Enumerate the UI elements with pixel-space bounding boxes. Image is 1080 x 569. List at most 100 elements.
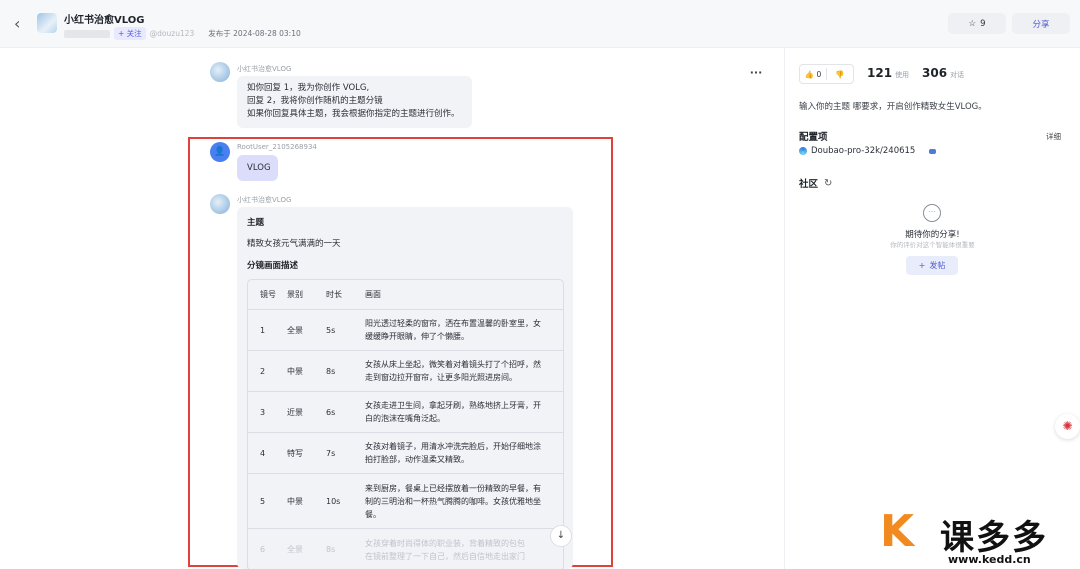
table-row: 6 全景 8s 女孩穿着时尚得体的职业装，背着精致的包包 在镜前整理了一下自己，… [248, 529, 563, 569]
reply-bubble: 主题 精致女孩元气满满的一天 分镜画面描述 镜号 景别 时长 画面 1 全景 5… [237, 207, 573, 569]
cell-no: 4 [260, 448, 266, 458]
more-options-icon[interactable]: ··· [746, 66, 766, 84]
header-cell: 时长 [326, 290, 342, 299]
uses-count: 121 [867, 66, 893, 80]
uses-stat: 121 使用 [867, 66, 909, 80]
watermark-url: www.kedd.cn [948, 553, 1031, 566]
user-bubble: VLOG [237, 155, 278, 181]
table-row: 3 近景 6s 女孩走进卫生间，拿起牙刷，熟练地挤上牙膏，开 白的泡沫在嘴角泛起… [248, 392, 563, 433]
model-icon [799, 147, 807, 155]
cell-no: 5 [260, 496, 266, 506]
cell-no: 6 [260, 545, 266, 554]
sender-name: 小红书治愈VLOG [237, 65, 292, 73]
cell-duration: 8s [326, 545, 336, 554]
star-button[interactable]: ☆ 9 [948, 13, 1006, 34]
follow-button[interactable]: + 关注 [114, 27, 146, 40]
conversations-stat: 306 对话 [922, 66, 964, 80]
scene-line: 走到窗边拉开窗帘，让更多阳光照进房间。 [365, 373, 517, 382]
model-name: Doubao-pro-32k/240615 [811, 146, 916, 156]
conversations-count: 306 [922, 66, 948, 80]
detail-link[interactable]: 详细 [1046, 131, 1061, 142]
like-button[interactable]: 👍 0 [800, 70, 826, 79]
cell-duration: 8s [326, 366, 336, 376]
intro-line: 回复 2，我将你创作随机的主题分镜 [247, 96, 383, 106]
intro-line: 如果你回复具体主题，我会根据你指定的主题进行创作。 [247, 109, 460, 119]
user-name: RootUser_2105268934 [237, 143, 317, 151]
cell-scene: 女孩穿着时尚得体的职业装，背着精致的包包 在镜前整理了一下自己，然后自信地走出家… [365, 537, 563, 563]
star-count: 9 [980, 18, 986, 29]
scene-line: 阳光透过轻柔的窗帘，洒在布置温馨的卧室里，女 [365, 319, 541, 328]
theme-text: 精致女孩元气满满的一天 [247, 239, 341, 249]
community-title: 社区 [799, 179, 819, 190]
cell-shot: 全景 [287, 325, 303, 335]
like-count: 0 [816, 69, 822, 79]
author-handle: @douzu123 [149, 29, 195, 38]
cell-shot: 中景 [287, 366, 303, 376]
watermark-brand: 课多多 [940, 518, 1048, 558]
scene-line: 白的泡沫在嘴角泛起。 [365, 414, 445, 423]
table-row: 5 中景 10s 来到厨房，餐桌上已经摆放着一份精致的早餐，有 制的三明治和一杯… [248, 474, 563, 529]
blurred-author-name [64, 29, 110, 38]
scene-line: 女孩从床上坐起，微笑着对着镜头打了个招呼，然 [365, 360, 541, 369]
scene-line: 来到厨房，餐桌上已经摆放着一份精致的早餐，有 [365, 483, 541, 493]
header-cell: 镜号 [260, 290, 276, 299]
cell-shot: 特写 [287, 448, 303, 458]
vote-widget: 👍 0 👎 [799, 64, 854, 84]
scene-line: 女孩走进卫生间，拿起牙刷，熟练地挤上牙膏，开 [365, 401, 541, 410]
meta-row: + 关注 @douzu123 发布于 2024-08-28 03:10 [64, 27, 301, 40]
bot-title: 小红书治愈VLOG [64, 15, 145, 26]
watermark-k-icon: K [880, 506, 915, 557]
cell-shot: 中景 [287, 496, 303, 506]
cell-scene: 女孩从床上坐起，微笑着对着镜头打了个招呼，然 走到窗边拉开窗帘，让更多阳光照进房… [365, 358, 563, 384]
floating-assistant-icon[interactable]: ✺ [1055, 414, 1080, 439]
bot-avatar-msg3 [210, 194, 230, 214]
empty-subtitle: 你的评价对这个智能体很重要 [890, 241, 975, 249]
cell-shot: 全景 [287, 545, 303, 554]
user-avatar-icon: 👤 [210, 142, 230, 162]
scene-line: 缓缓睁开眼睛，伸了个懒腰。 [365, 332, 469, 341]
cell-duration: 10s [326, 496, 341, 506]
intro-line: 如你回复 1，我为你创作 VOLG, [247, 83, 370, 93]
config-title: 配置项 [799, 132, 828, 143]
top-bar: ‹ 小红书治愈VLOG + 关注 @douzu123 发布于 2024-08-2… [0, 0, 1080, 48]
theme-heading: 主题 [247, 218, 265, 228]
table-header: 镜号 景别 时长 画面 [248, 280, 563, 310]
header-cell: 画面 [365, 290, 381, 299]
table-row: 4 特写 7s 女孩对着镜子，用清水冲洗完脸后，开始仔细地涂 拍打脸部，动作温柔… [248, 433, 563, 474]
star-icon: ☆ [968, 18, 977, 29]
model-badge-icon [929, 148, 937, 154]
cell-no: 3 [260, 407, 266, 417]
scene-line: 制的三明治和一杯热气腾腾的咖啡。女孩优雅地坐 [365, 496, 541, 506]
back-arrow-icon[interactable]: ‹ [14, 14, 20, 33]
scene-line: 女孩穿着时尚得体的职业装，背着精致的包包 [365, 538, 525, 548]
scene-line: 拍打脸部，动作温柔又精致。 [365, 455, 469, 464]
community-header: 社区 ↻ [799, 176, 832, 191]
sender-name: 小红书治愈VLOG [237, 196, 292, 204]
cell-scene: 阳光透过轻柔的窗帘，洒在布置温馨的卧室里，女 缓缓睁开眼睛，伸了个懒腰。 [365, 317, 563, 343]
cell-no: 2 [260, 366, 266, 376]
scene-line: 在镜前整理了一下自己，然后自信地走出家门 [365, 551, 525, 561]
bot-avatar-msg1 [210, 62, 230, 82]
dislike-icon[interactable]: 👎 [827, 70, 853, 79]
intro-bubble: 如你回复 1，我为你创作 VOLG, 回复 2，我将你创作随机的主题分镜 如果你… [237, 76, 472, 128]
storyboard-table: 镜号 景别 时长 画面 1 全景 5s 阳光透过轻柔的窗帘，洒在布置温馨的卧室里… [247, 279, 564, 569]
conversations-label: 对话 [950, 71, 965, 79]
bot-description: 输入你的主题 哪要求，开启创作精致女生VLOG。 [799, 102, 987, 112]
post-label: 发帖 [929, 261, 946, 270]
watermark-logo: K 课多多 www.kedd.cn [880, 508, 1080, 568]
scene-line: 女孩对着镜子，用清水冲洗完脸后，开始仔细地涂 [365, 442, 541, 451]
uses-label: 使用 [895, 71, 910, 79]
post-button[interactable]: + 发帖 [906, 256, 958, 275]
cell-duration: 5s [326, 325, 336, 335]
cell-scene: 女孩走进卫生间，拿起牙刷，熟练地挤上牙膏，开 白的泡沫在嘴角泛起。 [365, 399, 563, 425]
model-row: Doubao-pro-32k/240615 [799, 146, 937, 156]
cell-shot: 近景 [287, 407, 303, 417]
scene-line: 餐。 [365, 509, 381, 519]
scroll-down-icon[interactable]: ↓ [550, 525, 572, 547]
share-button[interactable]: 分享 [1012, 13, 1070, 34]
cell-scene: 女孩对着镜子，用清水冲洗完脸后，开始仔细地涂 拍打脸部，动作温柔又精致。 [365, 440, 563, 466]
cell-duration: 6s [326, 407, 336, 417]
publish-date: 发布于 2024-08-28 03:10 [208, 29, 301, 38]
table-row: 1 全景 5s 阳光透过轻柔的窗帘，洒在布置温馨的卧室里，女 缓缓睁开眼睛，伸了… [248, 310, 563, 351]
refresh-icon[interactable]: ↻ [824, 178, 832, 189]
